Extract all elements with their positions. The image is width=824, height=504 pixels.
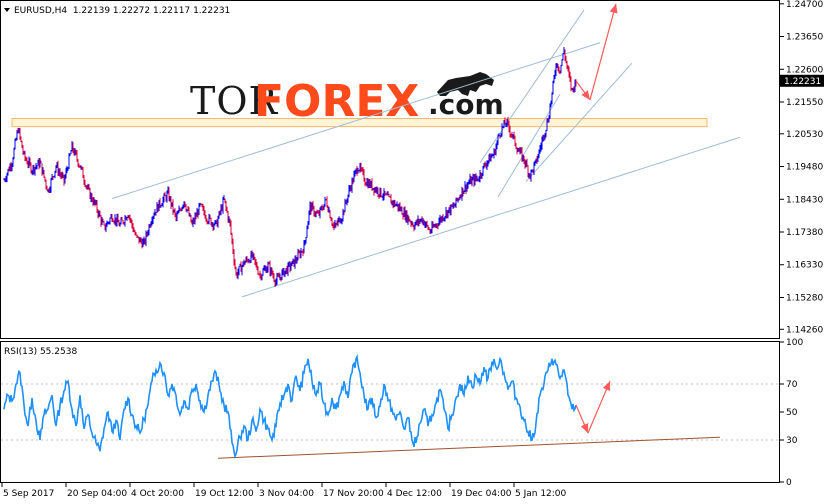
price-tick-label: 1.19480 — [786, 163, 823, 173]
price-title-text: EURUSD,H4 1.22139 1.22272 1.22117 1.2223… — [14, 6, 230, 16]
price-tick-label: 1.14260 — [786, 325, 823, 335]
time-tick-label: 4 Dec 12:00 — [387, 489, 442, 499]
price-tick-label: 1.21550 — [786, 98, 823, 108]
time-tick-label: 20 Sep 04:00 — [67, 489, 127, 499]
rsi-tick-label: 30 — [786, 436, 798, 446]
price-y-axis: 1.24700 1.23650 1.22600 1.21550 1.20530 1.194… — [780, 0, 823, 335]
time-tick-label: 19 Oct 12:00 — [195, 489, 254, 499]
time-x-axis: 5 Sep 2017 20 Sep 04:00 4 Oct 20:00 19 Oct … — [1, 483, 567, 499]
time-tick-label: 17 Nov 20:00 — [323, 489, 384, 499]
price-tick-label: 1.15280 — [786, 293, 823, 303]
time-tick-label: 19 Dec 04:00 — [451, 489, 512, 499]
rsi-title-text: RSI(13) 55.2538 — [4, 347, 77, 357]
rsi-tick-label: 70 — [786, 380, 798, 390]
rsi-panel — [0, 341, 780, 483]
time-tick-label: 3 Nov 04:00 — [259, 489, 314, 499]
rsi-tick-label: 0 — [786, 478, 792, 488]
current-price-marker: 1.22231 — [780, 74, 824, 87]
price-tick-label: 1.23650 — [786, 33, 823, 43]
chart-root: TOR FOREX .com 1.247001.236501.226001.21… — [0, 0, 824, 499]
price-tick-label: 1.16330 — [786, 261, 823, 271]
current-price-label: 1.22231 — [784, 77, 821, 87]
time-tick-label: 5 Jan 12:00 — [515, 489, 567, 499]
rsi-tick-label: 100 — [786, 338, 803, 348]
price-title: EURUSD,H4 1.22139 1.22272 1.22117 1.2223… — [4, 6, 230, 16]
price-tick-label: 1.18430 — [786, 195, 823, 205]
price-tick-label: 1.17380 — [786, 228, 823, 238]
price-panel — [0, 0, 780, 339]
rsi-tick-label: 50 — [786, 408, 798, 418]
price-tick-label: 1.20530 — [786, 130, 823, 140]
price-tick-label: 1.22600 — [786, 65, 823, 75]
time-tick-label: 4 Oct 20:00 — [131, 489, 184, 499]
time-tick-label: 5 Sep 2017 — [3, 489, 54, 499]
price-tick-label: 1.24700 — [786, 0, 823, 10]
rsi-y-axis: 100 70 50 30 0 — [780, 338, 803, 488]
